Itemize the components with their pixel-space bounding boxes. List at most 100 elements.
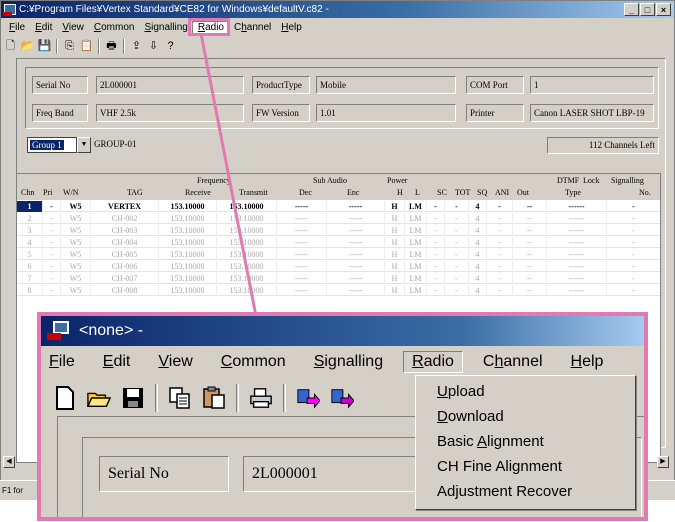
column-header[interactable]: SQ: [477, 188, 487, 197]
table-row[interactable]: 4- W5 CH-004 153.10000 153.10000 ----- ----- H L…: [17, 237, 660, 248]
table-row[interactable]: 5- W5 CH-005 153.10000 153.10000 ----- ----- H L…: [17, 249, 660, 260]
zoom-menu-channel[interactable]: Channel: [483, 353, 543, 371]
table-cell: -: [607, 237, 660, 248]
column-header[interactable]: Receive: [185, 188, 211, 197]
table-cell: LM: [405, 285, 427, 296]
radio-menu-item-ch-fine-alignment[interactable]: CH Fine Alignment: [418, 454, 633, 479]
table-cell: ------: [547, 225, 607, 236]
column-header[interactable]: SC: [437, 188, 447, 197]
column-header[interactable]: ANI: [495, 188, 509, 197]
toolbar: 🗋 📂 💾 ⎘ 📋 🖶 ⇪ ⇩ ?: [3, 37, 178, 56]
zoom-menu-edit[interactable]: Edit: [103, 353, 131, 371]
main-menu-file[interactable]: File: [4, 22, 30, 33]
zoom-menu-common[interactable]: Common: [221, 353, 286, 371]
table-cell: ------: [547, 261, 607, 272]
download-icon[interactable]: ⇩: [146, 39, 161, 54]
table-cell: ------: [547, 273, 607, 284]
table-cell: ------: [547, 201, 607, 212]
copy-icon[interactable]: ⎘: [62, 39, 77, 54]
table-row[interactable]: 2- W5 CH-002 153.10000 153.10000 ----- ----- H L…: [17, 213, 660, 224]
column-header[interactable]: Dec: [299, 188, 312, 197]
column-header[interactable]: W/N: [63, 188, 79, 197]
open-folder-icon[interactable]: [87, 386, 111, 410]
table-cell: 6: [17, 261, 43, 272]
table-cell: -: [43, 213, 61, 224]
column-header[interactable]: Type: [565, 188, 581, 197]
table-cell: 4: [469, 201, 487, 212]
zoom-menu-help[interactable]: Help: [571, 353, 604, 371]
main-menu-channel[interactable]: Channel: [229, 22, 276, 33]
zoom-menu-view[interactable]: View: [158, 353, 192, 371]
column-header[interactable]: TAG: [127, 188, 143, 197]
table-row[interactable]: 3- W5 CH-003 153.10000 153.10000 ----- ----- H L…: [17, 225, 660, 236]
scroll-right-icon[interactable]: ▶: [657, 456, 669, 468]
print-icon[interactable]: 🖶: [104, 39, 119, 54]
save-icon[interactable]: 💾: [37, 39, 52, 54]
table-cell: 5: [17, 249, 43, 260]
table-row[interactable]: 8- W5 CH-008 153.10000 153.10000 ----- ----- H L…: [17, 285, 660, 296]
open-folder-icon[interactable]: 📂: [20, 39, 35, 54]
new-file-icon[interactable]: 🗋: [3, 39, 18, 54]
product-type-label: ProductType: [252, 76, 310, 94]
radio-menu-item-upload[interactable]: Upload: [418, 379, 633, 404]
table-row[interactable]: 6-W5CH-006153.10000153.10000----------HL…: [17, 261, 660, 272]
column-header[interactable]: TOT: [455, 188, 470, 197]
printer-label: Printer: [466, 104, 524, 122]
upload-icon[interactable]: ⇪: [129, 39, 144, 54]
toolbar-separator: [56, 39, 58, 54]
zoom-menu-signalling[interactable]: Signalling: [314, 353, 383, 371]
maximize-button[interactable]: □: [640, 3, 655, 16]
table-cell: 153.10000: [217, 201, 277, 212]
zoom-menu-file[interactable]: File: [49, 353, 75, 371]
table-cell: -----: [277, 261, 327, 272]
column-header[interactable]: L: [415, 188, 420, 197]
column-header[interactable]: No.: [639, 188, 651, 197]
fw-version-label: FW Version: [252, 104, 310, 122]
minimize-button[interactable]: _: [624, 3, 639, 16]
table-cell: --: [513, 225, 547, 236]
save-icon[interactable]: [121, 386, 145, 410]
table-cell: -: [445, 213, 469, 224]
zoom-menu-radio[interactable]: Radio: [403, 351, 463, 373]
main-menu-common[interactable]: Common: [89, 22, 140, 33]
table-cell: -: [427, 225, 445, 236]
new-file-icon[interactable]: [53, 386, 77, 410]
main-menu-help[interactable]: Help: [276, 22, 307, 33]
chevron-down-icon[interactable]: ▼: [77, 137, 91, 153]
table-cell: 4: [469, 213, 487, 224]
main-menu-signalling[interactable]: Signalling: [139, 22, 192, 33]
paste-icon[interactable]: [202, 386, 226, 410]
upload-icon[interactable]: [296, 386, 320, 410]
print-icon[interactable]: [249, 386, 273, 410]
column-header[interactable]: Chn: [21, 188, 34, 197]
table-cell: -: [487, 225, 513, 236]
table-cell: 153.10000: [217, 213, 277, 224]
copy-icon[interactable]: [168, 386, 192, 410]
column-header[interactable]: Pri: [43, 188, 52, 197]
column-header[interactable]: Out: [517, 188, 529, 197]
table-row[interactable]: 7-W5CH-007153.10000153.10000----------HL…: [17, 273, 660, 284]
table-row[interactable]: 1- W5 VERTEX 153.10000 153.10000 ----- ----- H L…: [17, 201, 660, 212]
download-icon[interactable]: [330, 386, 354, 410]
main-menu-edit[interactable]: Edit: [30, 22, 57, 33]
table-cell: --: [513, 213, 547, 224]
scroll-left-icon[interactable]: ◀: [3, 456, 15, 468]
radio-menu-item-basic-alignment[interactable]: Basic Alignment: [418, 429, 633, 454]
column-header[interactable]: Transmit: [239, 188, 268, 197]
table-cell: -: [43, 261, 61, 272]
paste-icon[interactable]: 📋: [79, 39, 94, 54]
group-header: Sub Audio: [313, 176, 348, 185]
main-menu-view[interactable]: View: [57, 22, 89, 33]
close-button[interactable]: ×: [656, 3, 671, 16]
group-select[interactable]: Group 1: [27, 137, 77, 153]
radio-menu-item-adjustment-recover[interactable]: Adjustment Recover: [418, 479, 633, 504]
table-cell: CH-008: [91, 285, 159, 296]
column-header[interactable]: Enc: [347, 188, 359, 197]
group-header: Power: [387, 176, 408, 185]
printer-value: Canon LASER SHOT LBP-19: [530, 104, 654, 122]
table-cell: CH-002: [91, 213, 159, 224]
radio-menu-item-download[interactable]: Download: [418, 404, 633, 429]
table-header: Frequency Sub Audio Power DTMF Lock Signallin…: [17, 174, 660, 200]
column-header[interactable]: H: [397, 188, 403, 197]
help-icon[interactable]: ?: [163, 39, 178, 54]
